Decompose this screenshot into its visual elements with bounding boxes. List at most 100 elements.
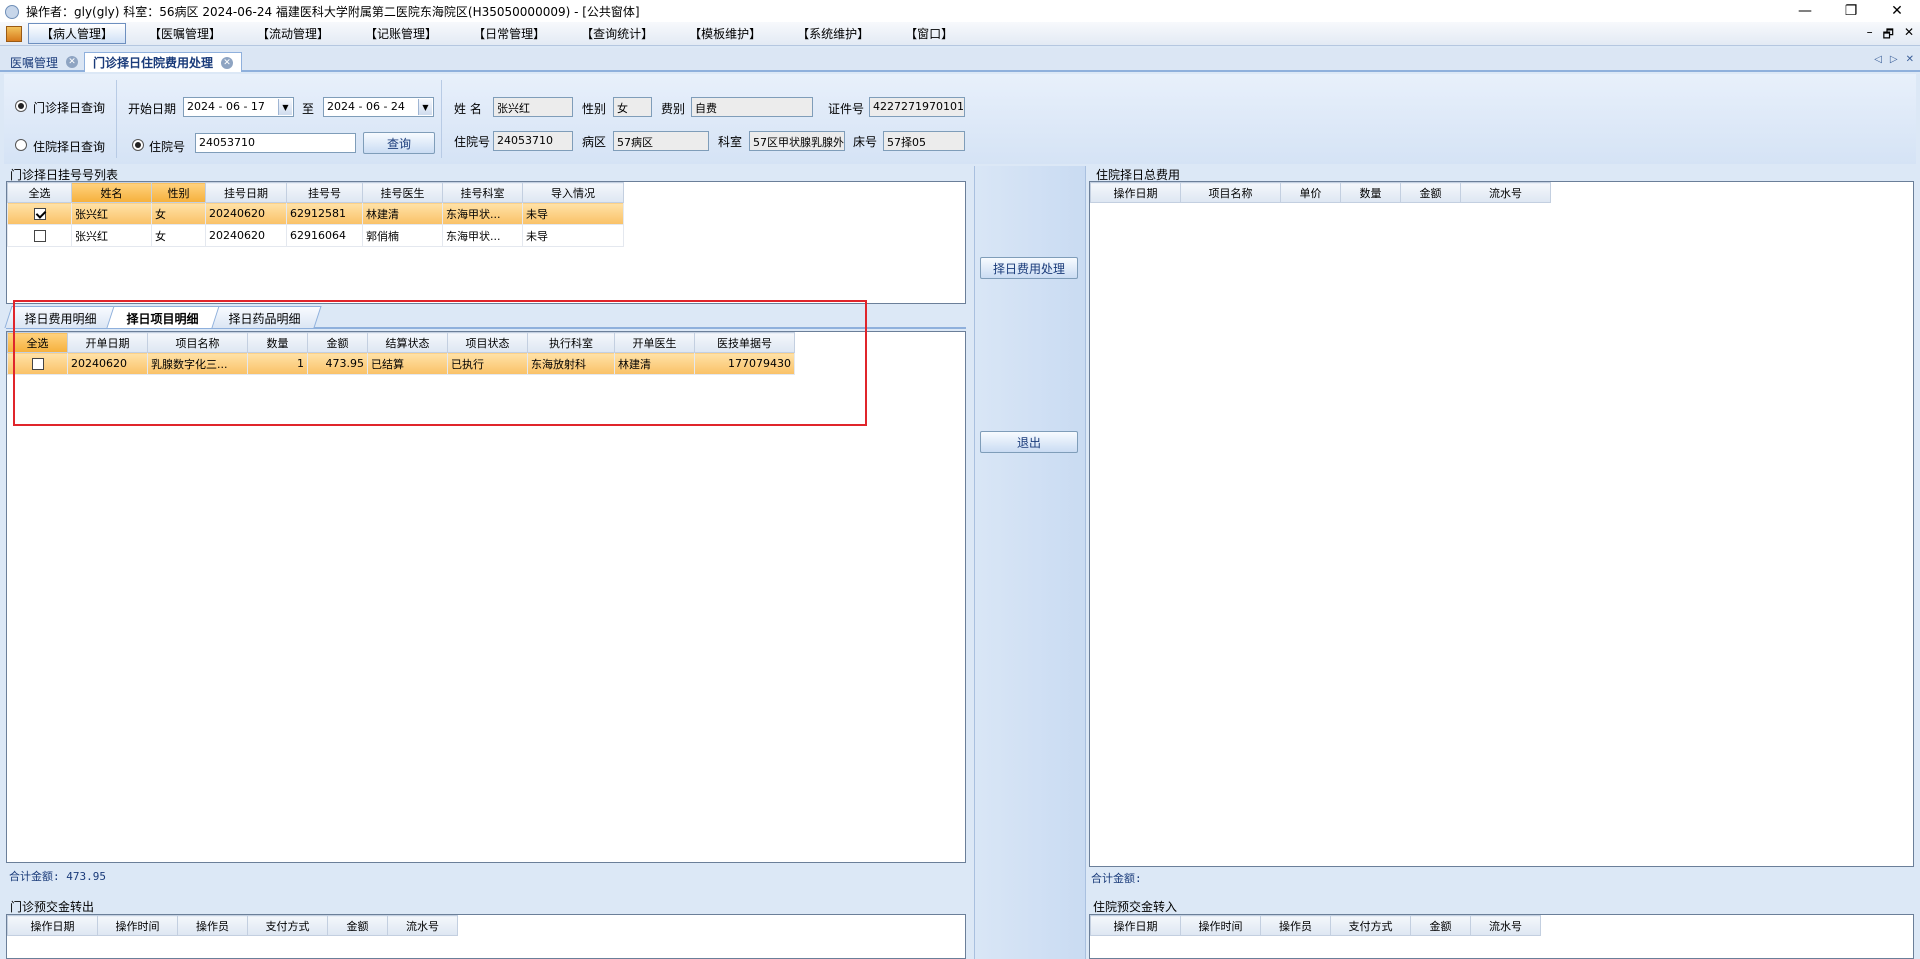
- outpatient-query-label: 门诊择日查询: [33, 101, 106, 115]
- column-header[interactable]: 姓名: [71, 182, 152, 203]
- mdi-minimize-button[interactable]: –: [1867, 25, 1873, 46]
- mdi-restore-button[interactable]: 🗗: [1883, 25, 1894, 46]
- admission-no-radio[interactable]: [132, 139, 144, 151]
- tab-order-management[interactable]: 医嘱管理 ✕: [2, 52, 86, 72]
- exit-button[interactable]: 退出: [980, 431, 1078, 453]
- cell: 张兴红: [71, 224, 152, 247]
- tab-prev-icon[interactable]: ◁: [1874, 54, 1882, 65]
- cell: 未导: [522, 224, 624, 247]
- department-field: 57区甲状腺乳腺外: [749, 131, 845, 151]
- row-checkbox[interactable]: [33, 230, 46, 242]
- menu-template-maintenance[interactable]: 【模板维护】: [676, 23, 774, 44]
- column-header[interactable]: 操作日期: [1090, 915, 1181, 936]
- tab-close-icon[interactable]: ✕: [221, 56, 234, 69]
- inpatient-total-label: 合计金额:: [1091, 872, 1142, 885]
- name-label: 姓 名: [454, 102, 482, 116]
- cell: 女: [151, 224, 206, 247]
- fee-type-label: 费别: [661, 102, 686, 116]
- menu-patient-management[interactable]: 【病人管理】: [28, 23, 127, 44]
- cell: 东海甲状...: [442, 202, 523, 225]
- mdi-close-button[interactable]: ✕: [1904, 25, 1914, 46]
- column-header[interactable]: 流水号: [387, 915, 458, 936]
- tab-next-icon[interactable]: ▷: [1890, 54, 1898, 65]
- menu-daily-management[interactable]: 【日常管理】: [460, 23, 558, 44]
- column-header[interactable]: 操作员: [1260, 915, 1331, 936]
- tab-outpatient-day-fee[interactable]: 门诊择日住院费用处理 ✕: [84, 52, 243, 72]
- column-header[interactable]: 金额: [327, 915, 388, 936]
- close-button[interactable]: ✕: [1874, 0, 1920, 22]
- menu-billing-management[interactable]: 【记账管理】: [352, 23, 450, 44]
- cell: 62916064: [286, 224, 363, 247]
- tab-label: 医嘱管理: [10, 55, 59, 70]
- end-date-picker[interactable]: 2024 - 06 - 24 ▼: [323, 97, 434, 117]
- column-header[interactable]: 操作日期: [7, 915, 98, 936]
- cell: 林建清: [362, 202, 443, 225]
- column-header[interactable]: 支付方式: [247, 915, 328, 936]
- admno-label: 住院号: [454, 135, 491, 149]
- column-header[interactable]: 单价: [1280, 182, 1341, 203]
- outpatient-prepay-grid: 操作日期 操作时间 操作员 支付方式 金额 流水号: [6, 914, 966, 959]
- separator: [441, 80, 442, 158]
- app-icon: [4, 3, 20, 19]
- column-header[interactable]: 项目名称: [1180, 182, 1281, 203]
- start-date-label: 开始日期: [128, 102, 177, 116]
- fee-type-field: 自费: [691, 97, 813, 117]
- inpatient-prepay-title: 住院预交金转入: [1093, 900, 1178, 914]
- grid-header-row: 操作日期 操作时间 操作员 支付方式 金额 流水号: [1090, 915, 1541, 936]
- menu-system-maintenance[interactable]: 【系统维护】: [784, 23, 882, 44]
- column-header[interactable]: 流水号: [1470, 915, 1541, 936]
- cell: 未导: [522, 202, 624, 225]
- inpatient-query-radio[interactable]: [15, 139, 27, 151]
- grid-header-row: 操作日期 项目名称 单价 数量 金额 流水号: [1090, 182, 1551, 203]
- bed-label: 床号: [853, 135, 878, 149]
- outpatient-query-radio[interactable]: [15, 100, 27, 112]
- admno-field: 24053710: [493, 131, 573, 151]
- column-header[interactable]: 挂号日期: [205, 182, 287, 203]
- grid-header-row: 操作日期 操作时间 操作员 支付方式 金额 流水号: [7, 915, 458, 936]
- column-header[interactable]: 操作时间: [1180, 915, 1261, 936]
- column-header[interactable]: 操作日期: [1090, 182, 1181, 203]
- column-header[interactable]: 性别: [151, 182, 206, 203]
- bed-field: 57择05: [883, 131, 965, 151]
- column-header[interactable]: 流水号: [1460, 182, 1551, 203]
- column-header[interactable]: 挂号科室: [442, 182, 523, 203]
- row-checkbox[interactable]: [33, 208, 46, 220]
- search-button[interactable]: 查询: [363, 132, 435, 154]
- sex-label: 性别: [582, 102, 607, 116]
- chevron-down-icon[interactable]: ▼: [418, 99, 432, 115]
- column-header[interactable]: 金额: [1410, 915, 1471, 936]
- column-header[interactable]: 操作员: [177, 915, 248, 936]
- menu-window[interactable]: 【窗口】: [892, 23, 966, 44]
- tab-close-all-icon[interactable]: ✕: [1906, 54, 1914, 65]
- process-day-fee-button[interactable]: 择日费用处理: [980, 257, 1078, 279]
- action-column: [974, 166, 1086, 959]
- table-row[interactable]: 张兴红 女 20240620 62916064 郭俏楠 东海甲状... 未导: [7, 224, 624, 247]
- reg-list-grid: 全选 姓名 性别 挂号日期 挂号号 挂号医生 挂号科室 导入情况 张兴红 女 2…: [6, 181, 966, 304]
- column-header[interactable]: 金额: [1400, 182, 1461, 203]
- restore-button[interactable]: ❐: [1828, 0, 1874, 22]
- column-header[interactable]: 挂号号: [286, 182, 363, 203]
- start-date-picker[interactable]: 2024 - 06 - 17 ▼: [183, 97, 294, 117]
- chevron-down-icon[interactable]: ▼: [278, 99, 292, 115]
- column-header[interactable]: 挂号医生: [362, 182, 443, 203]
- ward-label: 病区: [582, 135, 607, 149]
- select-all-header[interactable]: 全选: [7, 182, 72, 203]
- column-header[interactable]: 导入情况: [522, 182, 624, 203]
- menu-order-management[interactable]: 【医嘱管理】: [136, 23, 234, 44]
- to-label: 至: [302, 102, 315, 116]
- menu-flow-management[interactable]: 【流动管理】: [244, 23, 342, 44]
- column-header[interactable]: 操作时间: [97, 915, 178, 936]
- minimize-button[interactable]: —: [1782, 0, 1828, 22]
- column-header[interactable]: 数量: [1340, 182, 1401, 203]
- inpatient-total-grid: 操作日期 项目名称 单价 数量 金额 流水号: [1089, 181, 1914, 867]
- start-date-value: 2024 - 06 - 17: [187, 100, 265, 113]
- table-row[interactable]: 张兴红 女 20240620 62912581 林建清 东海甲状... 未导: [7, 202, 624, 225]
- admission-no-input[interactable]: 24053710: [195, 133, 356, 153]
- tab-close-icon[interactable]: ✕: [66, 56, 79, 68]
- column-header[interactable]: 支付方式: [1330, 915, 1411, 936]
- menu-query-statistics[interactable]: 【查询统计】: [568, 23, 666, 44]
- separator: [116, 80, 117, 158]
- menu-app-icon: [6, 25, 22, 42]
- tab-day-item-detail[interactable]: 择日项目明细: [106, 306, 220, 328]
- menu-bar: 【病人管理】 【医嘱管理】 【流动管理】 【记账管理】 【日常管理】 【查询统计…: [0, 22, 1920, 46]
